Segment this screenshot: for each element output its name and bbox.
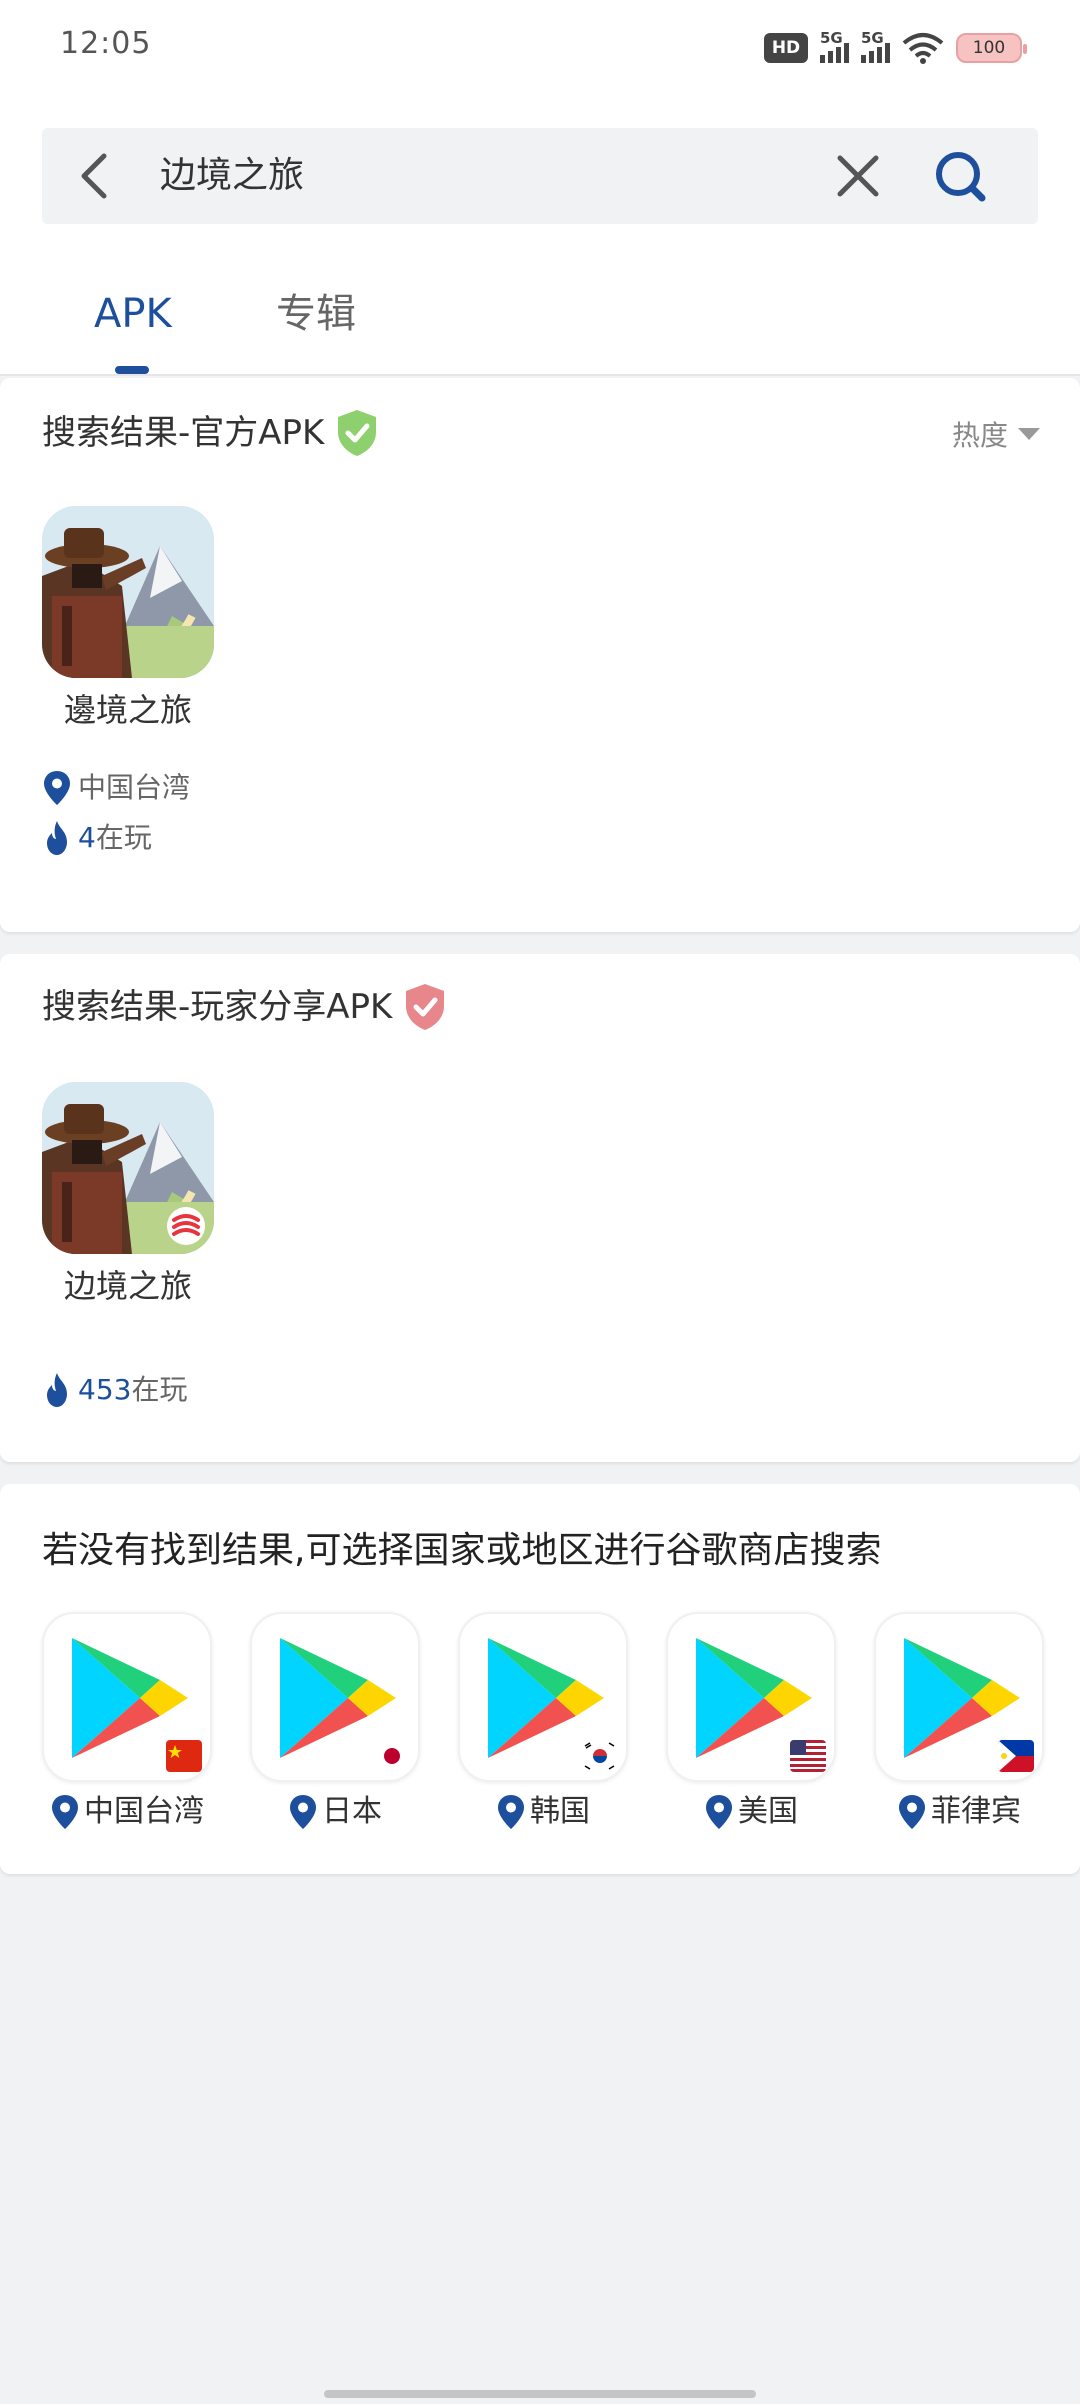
app-players: 4 在玩 [42,818,152,858]
status-icons: HD 5G 5G 100 [764,29,1027,66]
app-name: 边境之旅 [63,1267,192,1305]
player-suffix: 在玩 [131,1373,188,1406]
sort-label: 热度 [951,419,1008,452]
location-pin-icon [496,1794,526,1830]
location-pin-icon [50,1794,80,1830]
active-tab-indicator [115,366,149,374]
section-title: 搜索结果-玩家分享APK [42,987,393,1027]
tab-album[interactable]: 专辑 [276,286,356,342]
game-artwork-icon [42,506,214,678]
app-region: 中国台湾 [42,768,190,808]
google-play-card: 若没有找到结果,可选择国家或地区进行谷歌商店搜索 中国台湾 日本 韩国 美国 菲… [0,1484,1080,1874]
store-region-label: 中国台湾 [84,1794,204,1829]
signal-icon: 5G [861,29,890,63]
store-region-label: 日本 [322,1794,382,1829]
sort-dropdown[interactable]: 热度 [952,414,1040,454]
location-pin-icon [288,1794,318,1830]
store-item-japan[interactable]: 日本 [250,1612,420,1834]
app-item[interactable]: 邊境之旅 [42,506,214,732]
verified-shield-icon [338,410,377,456]
status-time: 12:05 [60,26,152,61]
status-bar: 12:05 HD 5G 5G 100 [0,0,1080,92]
google-play-icon[interactable] [42,1612,212,1782]
shared-shield-icon [406,984,445,1030]
divider [0,374,1080,376]
store-label: 菲律宾 [874,1790,1044,1834]
wifi-icon [902,33,944,64]
network-type-label: 5G [861,29,884,47]
shared-results-card: 搜索结果-玩家分享APK 边境之旅 453 在玩 [0,954,1080,1462]
player-suffix: 在玩 [95,821,152,854]
taiwan-flag [166,1740,202,1772]
app-icon[interactable] [42,506,214,678]
tab-bar: APK 专辑 [0,268,1080,376]
philippines-flag [998,1740,1034,1772]
store-label: 日本 [250,1790,420,1834]
store-item-usa[interactable]: 美国 [666,1612,836,1834]
player-count: 453 [78,1373,132,1406]
app-icon[interactable] [42,1082,214,1254]
search-bar: 边境之旅 [42,128,1038,224]
region-label: 中国台湾 [78,771,191,804]
app-players: 453 在玩 [42,1370,187,1410]
location-pin-icon [704,1794,734,1830]
search-icon[interactable] [930,146,990,206]
store-item-taiwan[interactable]: 中国台湾 [42,1612,212,1834]
korea-flag [582,1740,618,1772]
store-region-label: 美国 [738,1794,798,1829]
google-play-icon[interactable] [250,1612,420,1782]
shared-results-title: 搜索结果-玩家分享APK [42,982,448,1032]
battery-level: 100 [972,38,1006,58]
fire-icon [42,820,72,856]
app-item[interactable]: 边境之旅 [42,1082,214,1308]
store-label: 中国台湾 [42,1790,212,1834]
store-item-korea[interactable]: 韩国 [458,1612,628,1834]
store-region-label: 韩国 [530,1794,590,1829]
battery-icon: 100 [956,33,1027,63]
official-results-title: 搜索结果-官方APK [42,408,380,458]
hd-voice-icon: HD [764,33,808,63]
usa-flag [790,1740,826,1772]
google-play-icon[interactable] [458,1612,628,1782]
store-list: 中国台湾 日本 韩国 美国 菲律宾 [42,1612,1080,1842]
fire-icon [42,1372,72,1408]
player-count: 4 [78,821,96,854]
store-label: 美国 [666,1790,836,1834]
japan-flag [374,1740,410,1772]
google-play-title: 若没有找到结果,可选择国家或地区进行谷歌商店搜索 [42,1530,882,1571]
section-title: 搜索结果-官方APK [42,413,325,453]
chevron-down-icon [1018,428,1040,440]
store-item-philippines[interactable]: 菲律宾 [874,1612,1044,1834]
signal-icon: 5G [820,29,849,63]
app-name: 邊境之旅 [63,691,192,729]
top-header: 12:05 HD 5G 5G 100 边境之旅 APK 专辑 [0,0,1080,376]
google-play-icon[interactable] [874,1612,1044,1782]
store-label: 韩国 [458,1790,628,1834]
publisher-badge-icon [167,1207,205,1245]
search-input[interactable]: 边境之旅 [160,152,304,200]
google-play-icon[interactable] [666,1612,836,1782]
tab-apk[interactable]: APK [94,286,172,342]
location-pin-icon [897,1794,927,1830]
home-indicator[interactable] [324,2390,756,2398]
store-region-label: 菲律宾 [931,1794,1021,1829]
clear-icon[interactable] [832,150,884,202]
back-icon[interactable] [70,150,122,202]
location-pin-icon [42,770,72,806]
official-results-card: 搜索结果-官方APK 热度 邊境之旅 中国台湾 4 在玩 [0,378,1080,932]
network-type-label: 5G [820,29,843,47]
